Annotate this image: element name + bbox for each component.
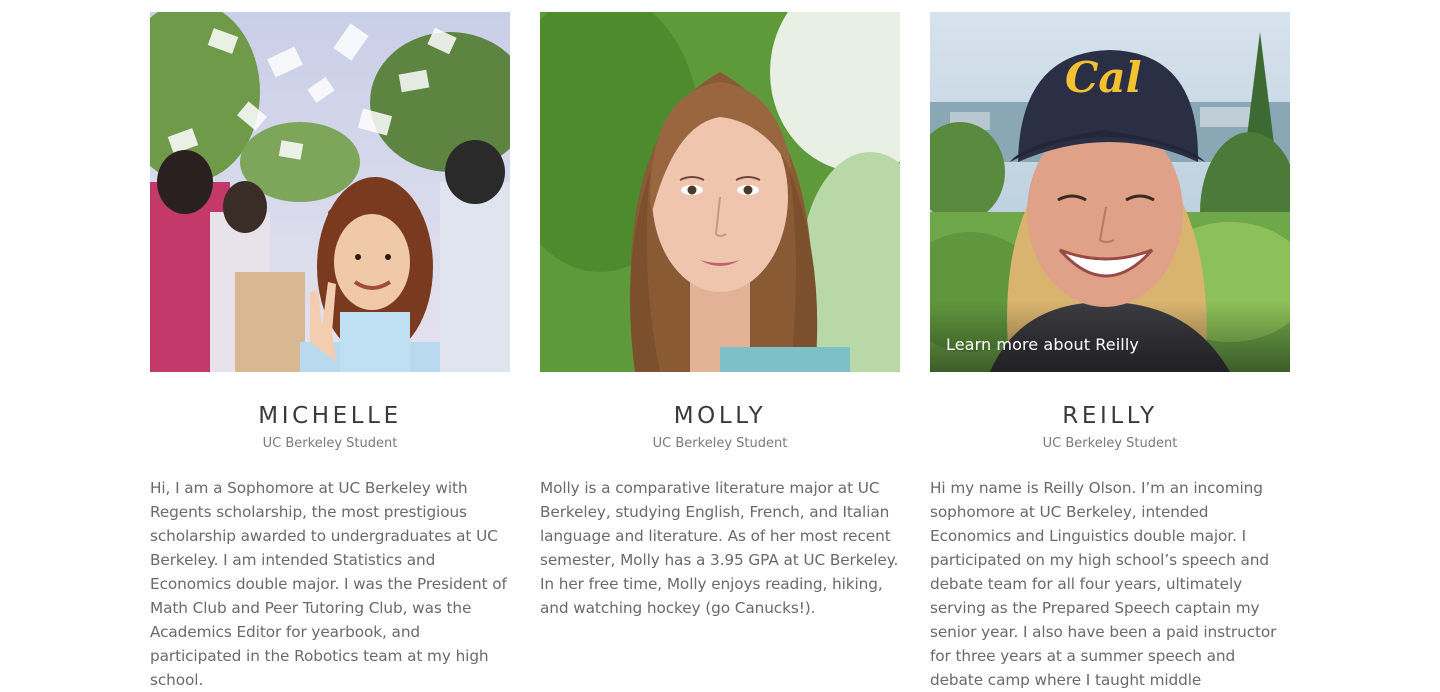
profile-role-molly: UC Berkeley Student xyxy=(652,436,788,451)
profile-card-michelle: MICHELLE UC Berkeley Student Hi, I am a … xyxy=(150,12,510,689)
profile-photo-michelle[interactable] xyxy=(150,12,510,372)
michelle-photo-image xyxy=(150,12,510,372)
molly-photo-image xyxy=(540,12,900,372)
profile-card-reilly: Cal Learn more about Reilly REILLY UC Be… xyxy=(930,12,1290,689)
learn-more-reilly-link[interactable]: Learn more about Reilly xyxy=(946,335,1139,354)
profile-bio-molly: Molly is a comparative literature major … xyxy=(540,479,899,617)
profiles-row: MICHELLE UC Berkeley Student Hi, I am a … xyxy=(150,12,1290,689)
profile-role-reilly: UC Berkeley Student xyxy=(1042,436,1178,451)
profile-name-molly: MOLLY xyxy=(673,403,767,429)
profile-card-molly: MOLLY UC Berkeley Student Molly is a com… xyxy=(540,12,900,669)
profile-photo-reilly[interactable]: Cal Learn more about Reilly xyxy=(930,12,1290,372)
profile-name-michelle: MICHELLE xyxy=(258,403,402,429)
profile-role-michelle: UC Berkeley Student xyxy=(262,436,398,451)
profile-photo-molly[interactable] xyxy=(540,12,900,372)
cap-logo-text: Cal xyxy=(1065,53,1142,102)
profile-bio-michelle: Hi, I am a Sophomore at UC Berkeley with… xyxy=(150,479,507,689)
profile-name-reilly: REILLY xyxy=(1062,403,1158,429)
profile-bio-reilly: Hi my name is Reilly Olson. I’m an incom… xyxy=(930,479,1277,689)
